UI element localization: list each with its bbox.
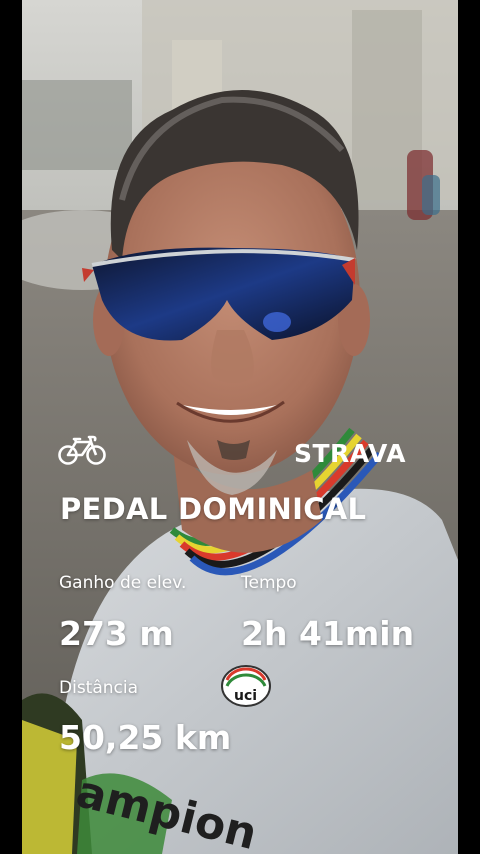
story-frame: uci ampion STRAVA PEDAL DOMINICAL Ganho … <box>0 0 480 854</box>
elevation-gain-value: 273 m <box>59 614 174 653</box>
strava-logo-text: STRAVA <box>294 439 406 468</box>
activity-title: PEDAL DOMINICAL <box>60 492 367 526</box>
strava-logo: STRAVA <box>294 439 406 468</box>
strava-stats-overlay: STRAVA PEDAL DOMINICAL Ganho de elev. 27… <box>0 0 480 854</box>
moving-time-label: Tempo <box>241 573 297 593</box>
road-bike-icon <box>58 435 106 465</box>
distance-value: 50,25 km <box>59 718 232 757</box>
moving-time-value: 2h 41min <box>241 614 415 653</box>
distance-label: Distância <box>59 678 139 698</box>
elevation-gain-label: Ganho de elev. <box>59 573 187 593</box>
